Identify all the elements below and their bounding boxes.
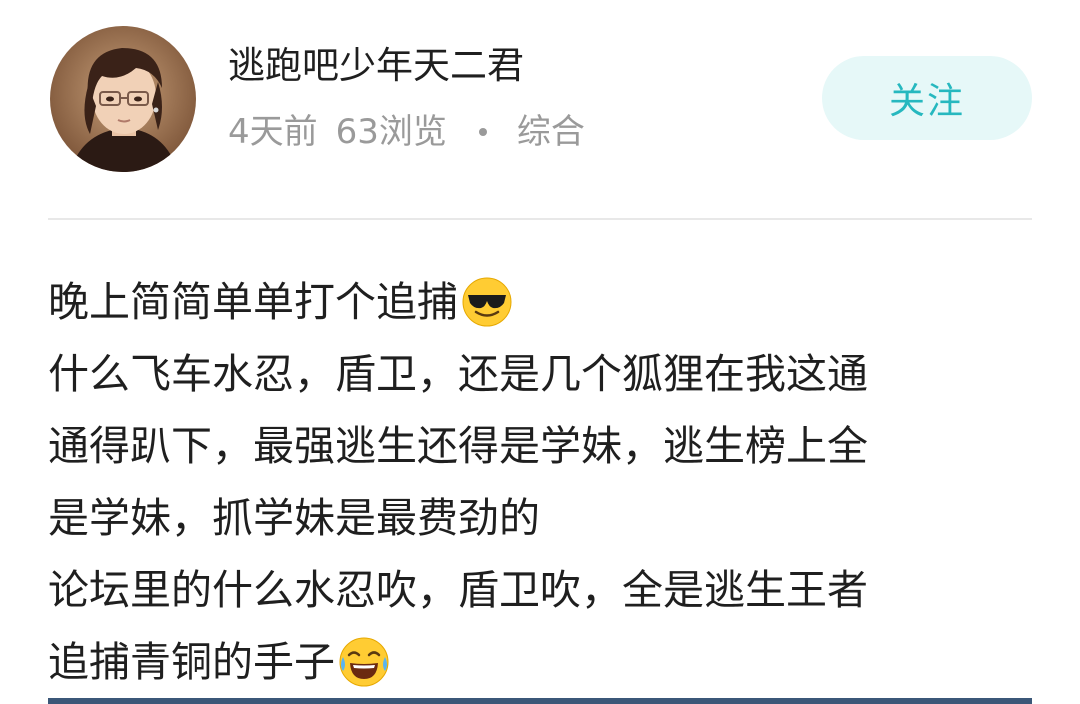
content-line-text: 晚上简简单单打个追捕 bbox=[48, 278, 458, 326]
content-line: 追捕青铜的手子 bbox=[48, 626, 1032, 698]
post-content: 晚上简简单单打个追捕 什么飞车水忍，盾卫，还是几个狐狸在我这通 通得趴下，最强逃… bbox=[48, 266, 1032, 698]
content-line: 论坛里的什么水忍吹，盾卫吹，全是逃生王者 bbox=[48, 554, 1032, 626]
content-line: 是学妹，抓学妹是最费劲的 bbox=[48, 482, 1032, 554]
view-count: 63浏览 bbox=[335, 112, 447, 152]
avatar[interactable] bbox=[50, 26, 196, 172]
follow-button[interactable]: 关注 bbox=[822, 56, 1032, 140]
content-line-text: 追捕青铜的手子 bbox=[48, 638, 335, 686]
content-line-text: 通得趴下，最强逃生还得是学妹，逃生榜上全 bbox=[48, 422, 868, 470]
meta-separator-dot bbox=[478, 128, 487, 136]
content-line-text: 论坛里的什么水忍吹，盾卫吹，全是逃生王者 bbox=[48, 566, 868, 614]
post-time: 4天前 bbox=[228, 112, 318, 152]
avatar-illustration bbox=[50, 26, 196, 172]
content-line: 通得趴下，最强逃生还得是学妹，逃生榜上全 bbox=[48, 410, 1032, 482]
bottom-edge-bar bbox=[48, 698, 1032, 704]
author-username[interactable]: 逃跑吧少年天二君 bbox=[228, 42, 524, 90]
post-page: 逃跑吧少年天二君 4天前 63浏览 综合 关注 晚上简简单单打个追捕 什么飞车水… bbox=[0, 0, 1080, 704]
content-line: 什么飞车水忍，盾卫，还是几个狐狸在我这通 bbox=[48, 338, 1032, 410]
content-line-text: 什么飞车水忍，盾卫，还是几个狐狸在我这通 bbox=[48, 350, 868, 398]
content-line: 晚上简简单单打个追捕 bbox=[48, 266, 1032, 338]
tears-of-joy-emoji-icon bbox=[337, 635, 391, 689]
post-category[interactable]: 综合 bbox=[517, 108, 585, 156]
sunglasses-emoji-icon bbox=[460, 275, 514, 329]
content-line-text: 是学妹，抓学妹是最费劲的 bbox=[48, 494, 540, 542]
post-meta: 4天前 63浏览 综合 bbox=[228, 108, 585, 156]
header-divider bbox=[48, 218, 1032, 220]
